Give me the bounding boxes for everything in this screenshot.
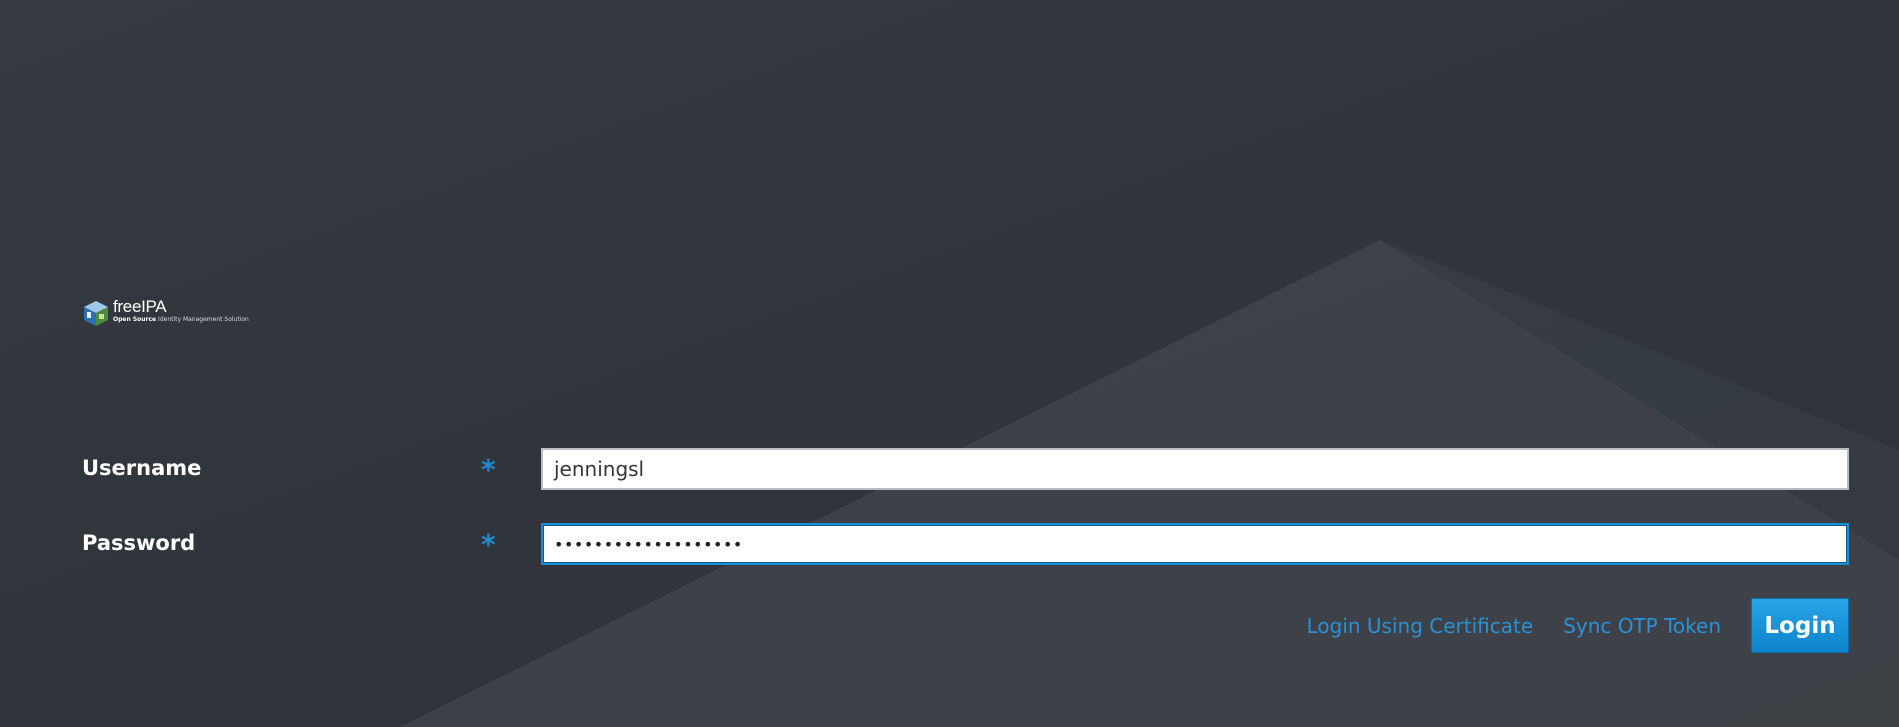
username-required-marker: * [481,453,496,486]
cube-icon [84,301,108,326]
login-using-certificate-link[interactable]: Login Using Certificate [1307,614,1534,638]
username-value: jenningsl [554,457,645,481]
brand-logo: freeIPA Open Source Identity Management … [82,298,249,327]
brand-name: freeIPA [113,297,167,316]
login-button[interactable]: Login [1751,598,1849,653]
username-input[interactable]: jenningsl [541,448,1849,490]
password-required-marker: * [481,528,496,561]
password-masked-value: ••••••••••••••••••• [554,534,743,554]
username-label: Username [82,456,202,480]
login-actions: Login Using Certificate Sync OTP Token L… [1307,598,1849,653]
password-label: Password [82,531,196,555]
password-input[interactable]: ••••••••••••••••••• [541,523,1849,565]
brand-tagline: Open Source Identity Management Solution [113,316,249,323]
sync-otp-token-link[interactable]: Sync OTP Token [1563,614,1721,638]
